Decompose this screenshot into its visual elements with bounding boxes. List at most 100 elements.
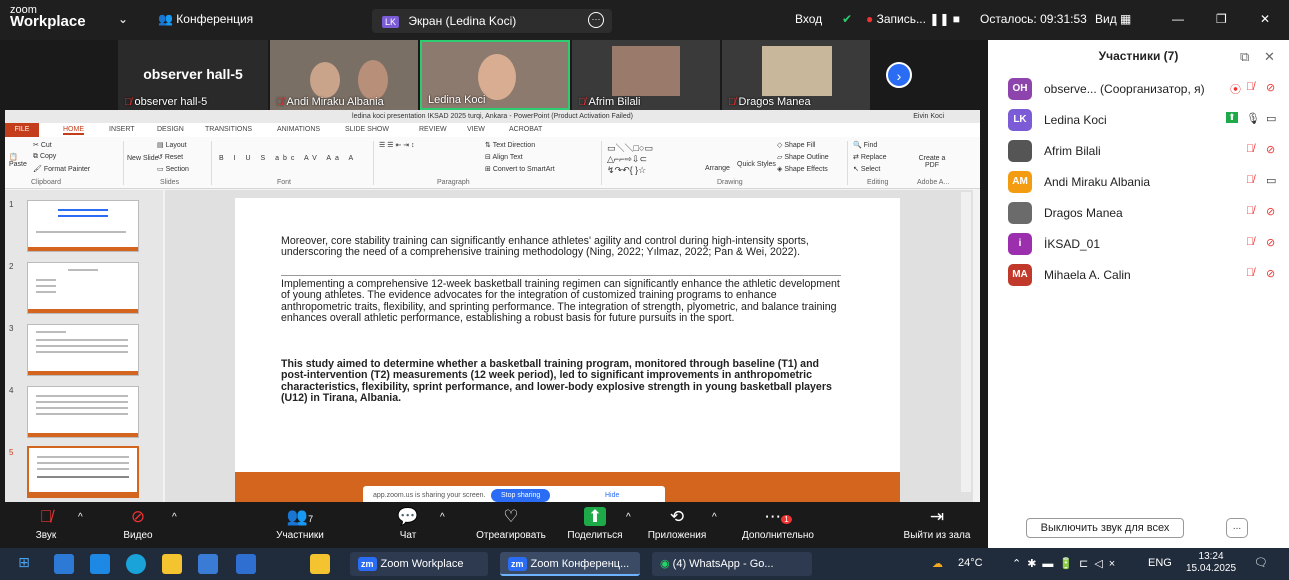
participant-row[interactable]: Dragos Manea 🎙̸ ⊘ — [988, 198, 1289, 229]
shapes-gallery[interactable]: ▭＼＼□○▭ △⌐⌐⇨⇩⊂ ↯↷↶{ }☆ — [607, 141, 653, 176]
more-button[interactable]: ⋯ 1 Дополнительно — [728, 506, 828, 541]
maximize-icon[interactable]: ❐ — [1216, 12, 1227, 26]
quick-styles-button[interactable]: Quick Styles — [737, 161, 776, 168]
pause-icon[interactable]: ❚❚ — [929, 12, 949, 26]
leave-button[interactable]: ⇥ Выйти из зала — [894, 506, 980, 541]
video-tile[interactable]: 🎙̸ Andi Miraku Albania — [270, 40, 418, 110]
weather-icon[interactable]: ☁ — [932, 557, 943, 570]
create-pdf-button[interactable]: Create a PDF — [917, 155, 947, 169]
tab-animations[interactable]: ANIMATIONS — [277, 126, 320, 133]
slide-paragraph-2[interactable]: Implementing a comprehensive 12-week bas… — [281, 278, 841, 325]
mic-muted-icon[interactable]: 🎙̸ — [1246, 205, 1254, 217]
shield-icon[interactable]: ✔ — [842, 12, 852, 26]
participant-row[interactable]: Afrim Bilali 🎙̸ ⊘ — [988, 136, 1289, 167]
tab-slide-show[interactable]: SLIDE SHOW — [345, 126, 389, 133]
tab-transitions[interactable]: TRANSITIONS — [205, 126, 252, 133]
text-direction-button[interactable]: ⇅ Text Direction — [485, 141, 535, 149]
participant-row[interactable]: AM Andi Miraku Albania 🎙̸ ▭ — [988, 167, 1289, 198]
video-off-icon[interactable]: ⊘ — [1266, 267, 1275, 280]
paste-button[interactable]: 📋 Paste — [9, 153, 27, 168]
font-format-buttons[interactable]: B I U S abc AV Aa A — [219, 155, 357, 162]
video-icon[interactable]: ▭ — [1266, 174, 1276, 187]
slide-thumbnail[interactable] — [27, 262, 139, 314]
tab-design[interactable]: DESIGN — [157, 126, 184, 133]
video-off-icon[interactable]: ⊘ — [1266, 205, 1275, 218]
video-tile[interactable]: 🎙̸ Dragos Manea — [722, 40, 870, 110]
chevron-up-icon[interactable]: ^ — [172, 512, 177, 523]
slide-thumbnail[interactable] — [27, 386, 139, 438]
section-button[interactable]: ▭ Section — [157, 165, 189, 173]
convert-smartart-button[interactable]: ⊞ Convert to SmartArt — [485, 165, 555, 173]
next-page-button[interactable]: › — [886, 62, 912, 88]
more-options-button[interactable]: ... — [1226, 518, 1248, 538]
vertical-scrollbar[interactable] — [961, 192, 971, 492]
layout-button[interactable]: ▤ Layout — [157, 141, 187, 149]
taskbar-app-whatsapp[interactable]: ◉ (4) WhatsApp - Go... — [652, 552, 812, 576]
chevron-up-icon[interactable]: ^ — [626, 512, 631, 523]
video-tile[interactable]: 🎙̸ Afrim Bilali — [572, 40, 720, 110]
minimize-icon[interactable]: — — [1172, 12, 1184, 26]
video-tile-active[interactable]: Ledina Koci — [420, 40, 570, 110]
chevron-up-icon[interactable]: ^ — [78, 512, 83, 523]
chevron-down-icon[interactable]: ⌄ — [118, 12, 128, 26]
more-icon[interactable]: ··· — [588, 12, 604, 28]
stop-sharing-button[interactable]: Stop sharing — [491, 489, 551, 502]
react-button[interactable]: ♡ Отреагировать — [466, 506, 556, 541]
format-painter-button[interactable]: 🖌 Format Painter — [33, 165, 90, 173]
chevron-up-icon[interactable]: ^ — [712, 512, 717, 523]
list-buttons[interactable]: ☰ ☰ ⇤ ⇥ ↕ — [379, 141, 415, 149]
stop-icon[interactable]: ■ — [953, 12, 960, 26]
select-button[interactable]: ↖ Select — [853, 165, 880, 173]
tab-review[interactable]: REVIEW — [419, 126, 447, 133]
tab-home[interactable]: HOME — [63, 126, 84, 135]
slide-thumbnail[interactable] — [27, 200, 139, 252]
shape-fill-button[interactable]: ◇ Shape Fill — [777, 141, 815, 149]
participant-row[interactable]: i İKSAD_01 🎙̸ ⊘ — [988, 229, 1289, 260]
current-slide[interactable]: Moreover, core stability training can si… — [235, 198, 900, 502]
screen-share-pill[interactable]: LK Экран (Ledina Koci) ··· — [372, 9, 612, 33]
shape-outline-button[interactable]: ▱ Shape Outline — [777, 153, 829, 161]
view-button[interactable]: Вид ▦ — [1095, 12, 1131, 26]
login-button[interactable]: Вход — [795, 12, 822, 26]
participants-button[interactable]: 👥7 Участники — [270, 506, 330, 541]
windows-start-icon[interactable]: ⊞ — [14, 554, 34, 574]
align-text-button[interactable]: ⊟ Align Text — [485, 153, 523, 161]
app-icon[interactable] — [236, 554, 256, 574]
store-icon[interactable] — [54, 554, 74, 574]
tab-insert[interactable]: INSERT — [109, 126, 135, 133]
tray-icons[interactable]: ⌃✱▬🔋⊏◁× — [1012, 557, 1121, 570]
taskbar-app-zoom[interactable]: zm Zoom Workplace — [350, 552, 488, 576]
edge-icon[interactable] — [126, 554, 146, 574]
participant-row[interactable]: MA Mihaela A. Calin 🎙̸ ⊘ — [988, 260, 1289, 291]
popout-icon[interactable]: ⧉ — [1240, 49, 1249, 65]
video-button[interactable]: ⊘ Видео — [118, 506, 158, 541]
mic-muted-icon[interactable]: 🎙̸ — [1246, 143, 1254, 155]
new-slide-button[interactable]: New Slide — [127, 155, 159, 162]
chevron-up-icon[interactable]: ^ — [440, 512, 445, 523]
slide-thumbnail[interactable] — [27, 324, 139, 376]
replace-button[interactable]: ⇄ Replace — [853, 153, 887, 161]
app-icon[interactable] — [198, 554, 218, 574]
tab-view[interactable]: VIEW — [467, 126, 485, 133]
share-button[interactable]: ⬆ Поделиться — [560, 506, 630, 541]
copy-button[interactable]: ⧉ Copy — [33, 153, 56, 161]
reset-button[interactable]: ↺ Reset — [157, 153, 183, 161]
close-icon[interactable]: ✕ — [1264, 49, 1275, 65]
folder-icon[interactable] — [310, 554, 330, 574]
meeting-info-button[interactable]: 👥 Конференция — [158, 12, 253, 26]
apps-button[interactable]: ⟲ Приложения — [644, 506, 710, 541]
arrange-button[interactable]: Arrange — [705, 165, 730, 172]
mic-muted-icon[interactable]: 🎙̸ — [1246, 267, 1254, 279]
video-tile[interactable]: observer hall-5 🎙̸ observer hall-5 — [118, 40, 268, 110]
tab-file[interactable]: FILE — [5, 123, 39, 137]
video-off-icon[interactable]: ⊘ — [1266, 143, 1275, 156]
weather-temp[interactable]: 24°C — [958, 557, 983, 569]
slide-paragraph-3[interactable]: This study aimed to determine whether a … — [281, 358, 841, 405]
recording-indicator[interactable]: ● Запись... ❚❚ ■ — [866, 12, 960, 26]
chat-button[interactable]: 💬 Чат — [390, 506, 426, 541]
language-indicator[interactable]: ENG — [1148, 557, 1172, 569]
cut-button[interactable]: ✂ Cut — [33, 141, 52, 149]
mic-muted-icon[interactable]: 🎙̸ — [1246, 81, 1254, 93]
clock[interactable]: 13:24 15.04.2025 — [1186, 551, 1236, 575]
mic-muted-icon[interactable]: 🎙̸ — [1246, 174, 1254, 186]
